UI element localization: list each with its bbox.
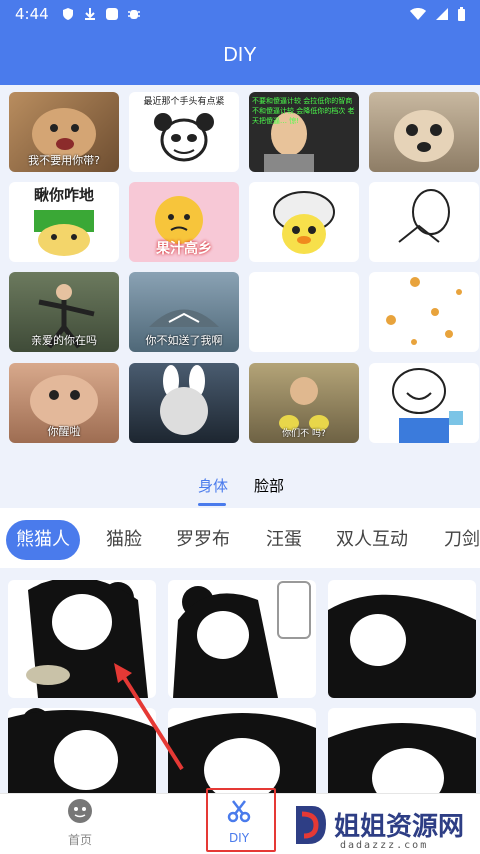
meme-caption: 果汁高乡 (156, 241, 212, 257)
nav-home[interactable]: 首页 (40, 798, 120, 848)
watermark-url: dadazzz.com (340, 840, 429, 851)
sticker-panda-phone[interactable] (168, 580, 316, 698)
falling-drops-image (386, 277, 462, 345)
meme-tile[interactable] (369, 182, 479, 262)
meme-grid: 我不要用你带? 最近那个手头有点紧 不要和傻逼计较 会拉低你的智商 不和傻逼计较… (0, 85, 480, 460)
wifi-icon (410, 8, 426, 20)
meme-caption: 你不如送了我啊 (145, 334, 223, 347)
category-chip-cat-face[interactable]: 猫脸 (96, 520, 152, 560)
meme-caption: 亲爱的你在吗 (31, 334, 97, 347)
smiling-face-mug-image (392, 368, 463, 443)
meme-caption: 我不要用你带? (28, 154, 100, 167)
tab-underline (198, 503, 226, 506)
diy-highlight-box (206, 788, 276, 852)
sticker-panda-5[interactable] (168, 708, 316, 793)
meme-tile[interactable]: 果汁高乡 (129, 182, 239, 262)
watermark: 姐姐资源网 dadazzz.com (290, 802, 476, 852)
meme-caption: 不要和傻逼计较 会拉低你的智商 不和傻逼计较 会降低你的档次 老天把傻逼… 惊! (252, 97, 355, 125)
panda-round-image (168, 713, 316, 793)
battery-icon (458, 6, 465, 21)
meme-caption: 你们不 吗? (282, 429, 326, 439)
meme-tile[interactable]: 最近那个手头有点紧 (129, 92, 239, 172)
status-time: 4:44 (15, 5, 49, 23)
shield-icon (62, 8, 73, 20)
watermark-logo-icon (296, 806, 326, 844)
tab-face[interactable]: 脸部 (254, 475, 284, 496)
app-header: 4:44 DIY (0, 0, 480, 85)
status-bar: 4:44 (0, 0, 480, 28)
category-chip-sword[interactable]: 刀剑 (434, 520, 480, 560)
meme-tile[interactable] (249, 182, 359, 262)
app-square-icon (105, 8, 118, 20)
sticker-panda-6[interactable] (328, 708, 476, 793)
duck-in-panda-hat-image (273, 191, 335, 254)
sticker-grid (0, 568, 480, 793)
meme-tile[interactable] (369, 92, 479, 172)
meme-caption: 瞅你咋地 (33, 186, 94, 204)
meme-tile[interactable] (369, 363, 479, 443)
category-chip-luoluobu[interactable]: 罗罗布 (166, 520, 240, 560)
bug-icon (127, 10, 140, 19)
category-chip-two-person[interactable]: 双人互动 (326, 520, 418, 560)
watermark-text: 姐姐资源网 (334, 812, 465, 842)
meme-tile[interactable]: 我不要用你带? (9, 92, 119, 172)
home-face-icon (68, 799, 92, 823)
panda-phone-image (173, 581, 311, 698)
signal-icon (436, 8, 448, 20)
nav-home-label: 首页 (67, 833, 92, 847)
tab-body[interactable]: 身体 (198, 475, 228, 496)
meme-caption: 最近那个手头有点紧 (143, 97, 225, 107)
meme-tile[interactable]: 你们不 吗? (249, 363, 359, 443)
meme-caption: 你醒啦 (47, 425, 81, 438)
tab-bar: 身体 脸部 (0, 460, 480, 508)
page-title: DIY (223, 44, 257, 66)
meme-tile[interactable]: 你醒啦 (9, 363, 119, 443)
category-chip-wangdan[interactable]: 汪蛋 (256, 520, 312, 560)
meme-tile[interactable] (249, 272, 359, 352)
meme-tile[interactable]: 亲爱的你在吗 (9, 272, 119, 352)
category-chip-panda[interactable]: 熊猫人 (6, 520, 80, 560)
panda-cropped-image (328, 723, 476, 793)
sticker-panda-pointing[interactable] (328, 580, 476, 698)
meme-tile[interactable] (129, 363, 239, 443)
meme-tile[interactable]: 不要和傻逼计较 会拉低你的智商 不和傻逼计较 会降低你的档次 老天把傻逼… 惊! (249, 92, 359, 172)
meme-tile[interactable]: 你不如送了我啊 (129, 272, 239, 352)
dog-face-image (394, 110, 454, 162)
category-row: 熊猫人 猫脸 罗罗布 汪蛋 双人互动 刀剑 (0, 508, 480, 568)
download-icon (84, 8, 95, 20)
stickman-thumbs-image (398, 189, 450, 243)
panda-pointing-image (328, 594, 476, 698)
red-arrow-annotation (114, 663, 184, 771)
meme-tile[interactable]: 瞅你咋地 (9, 182, 119, 262)
bunny-ears-man-image (160, 365, 208, 435)
meme-tile[interactable] (369, 272, 479, 352)
